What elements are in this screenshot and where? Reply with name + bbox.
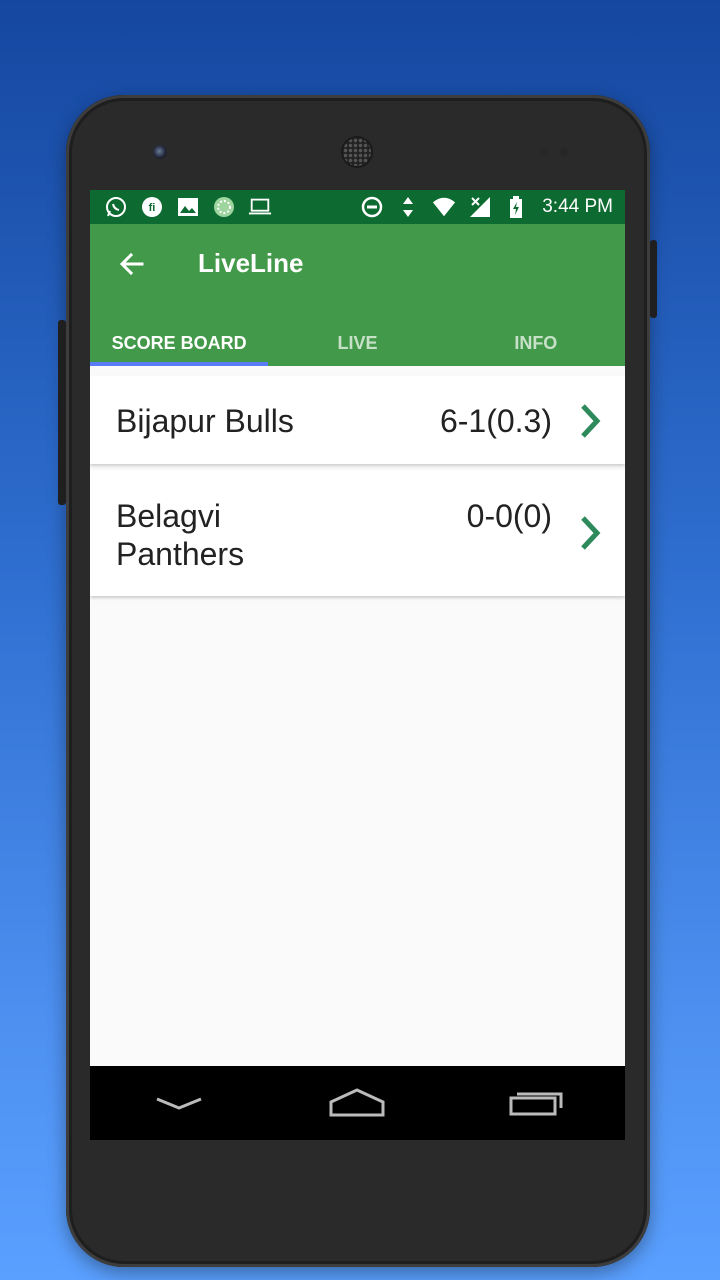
dnd-icon: [360, 195, 384, 219]
power-button: [650, 240, 657, 318]
tab-info[interactable]: INFO: [447, 320, 625, 366]
earpiece-speaker: [343, 138, 371, 166]
fi-icon: fi: [140, 195, 164, 219]
light-sensor: [560, 148, 568, 156]
circle-icon: [212, 195, 236, 219]
score-card[interactable]: Bijapur Bulls 6-1(0.3): [90, 376, 625, 464]
status-bar: fi 3:44 PM: [90, 190, 625, 224]
volume-button: [58, 320, 66, 505]
team-name: Belagvi Panthers: [116, 498, 245, 572]
whatsapp-icon: [104, 195, 128, 219]
team-score: 6-1(0.3): [439, 403, 552, 439]
image-icon: [176, 195, 200, 219]
nav-recents-button[interactable]: [496, 1078, 576, 1128]
nav-home-button[interactable]: [317, 1078, 397, 1128]
back-button[interactable]: [112, 244, 152, 284]
recents-icon: [509, 1092, 563, 1116]
score-list: Bijapur Bulls 6-1(0.3) Belagvi Panthers …: [90, 376, 625, 602]
svg-text:fi: fi: [149, 202, 156, 214]
back-chevron-icon: [156, 1097, 202, 1110]
clock: 3:44 PM: [542, 196, 613, 217]
arrow-left-icon: [119, 252, 144, 276]
team-name: Bijapur Bulls: [116, 403, 294, 439]
home-icon: [329, 1088, 385, 1117]
data-arrows-icon: [396, 195, 420, 219]
tab-live[interactable]: LIVE: [268, 320, 446, 366]
battery-icon: [504, 195, 528, 219]
score-card[interactable]: Belagvi Panthers 0-0(0): [90, 470, 625, 596]
screen: fi 3:44 PM LiveLine SCORE BOARD LIVE INF…: [90, 190, 625, 1140]
chevron-right-icon: [581, 516, 601, 550]
laptop-icon: [248, 195, 272, 219]
chevron-right-icon: [581, 404, 601, 438]
app-bar: LiveLine SCORE BOARD LIVE INFO: [90, 224, 625, 366]
tab-score-board[interactable]: SCORE BOARD: [90, 320, 269, 366]
tab-bar: SCORE BOARD LIVE INFO: [90, 320, 625, 366]
proximity-sensor: [540, 148, 548, 156]
signal-icon: [468, 195, 492, 219]
wifi-icon: [432, 195, 456, 219]
system-nav-bar: [90, 1066, 625, 1140]
nav-back-button[interactable]: [139, 1078, 219, 1128]
team-score: 0-0(0): [466, 498, 552, 534]
page-title: LiveLine: [198, 248, 304, 278]
front-camera: [153, 145, 167, 159]
